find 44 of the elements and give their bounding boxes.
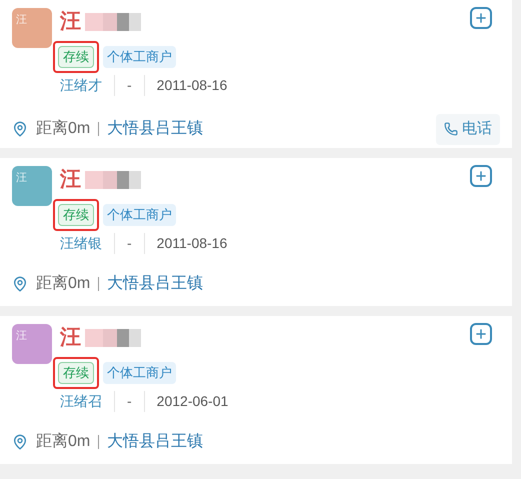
status-tag: 存续 — [58, 362, 94, 384]
company-name[interactable]: 汪 — [60, 324, 81, 352]
location-icon — [12, 276, 28, 292]
location-icon — [12, 121, 28, 138]
company-card[interactable]: 汪 汪 存续 个体工商户 汪绪银 - 2011-08-16 距离0m 大悟县吕王镇 — [0, 158, 512, 306]
plus-icon — [474, 169, 488, 183]
add-button[interactable] — [470, 7, 492, 29]
legal-person[interactable]: 汪绪召 — [60, 391, 102, 412]
plus-icon — [474, 11, 488, 25]
add-button[interactable] — [470, 323, 492, 345]
separator-text: - — [114, 75, 145, 96]
region-link[interactable]: 大悟县吕王镇 — [107, 272, 204, 296]
company-avatar: 汪 — [12, 166, 52, 206]
blurred-name-drawing — [85, 169, 141, 191]
founded-date: 2011-08-16 — [156, 76, 228, 95]
type-tag: 个体工商户 — [103, 46, 176, 68]
blurred-name-drawing — [85, 327, 141, 349]
region-link[interactable]: 大悟县吕王镇 — [107, 117, 204, 142]
distance-text: 距离0m — [36, 432, 90, 452]
plus-icon — [474, 327, 488, 341]
type-tag: 个体工商户 — [103, 362, 176, 384]
legal-person[interactable]: 汪绪才 — [60, 75, 102, 96]
legal-person[interactable]: 汪绪银 — [60, 233, 102, 254]
founded-date: 2011-08-16 — [156, 234, 228, 253]
add-button[interactable] — [470, 165, 492, 187]
company-card[interactable]: 汪 汪 存续 个体工商户 汪绪才 - 2011-08-16 距离0m 大悟县吕王镇 电话 — [0, 0, 512, 148]
company-name[interactable]: 汪 — [60, 8, 81, 36]
phone-icon — [444, 122, 458, 136]
location-icon — [12, 434, 28, 450]
founded-date: 2012-06-01 — [156, 392, 228, 411]
phone-button[interactable]: 电话 — [436, 114, 500, 144]
distance-text: 距离0m — [36, 118, 90, 140]
status-tag: 存续 — [58, 204, 94, 226]
company-card[interactable]: 汪 汪 存续 个体工商户 汪绪召 - 2012-06-01 距离0m 大悟县吕王镇 — [0, 316, 512, 464]
separator-text: - — [114, 233, 145, 254]
type-tag: 个体工商户 — [103, 204, 176, 226]
separator-text: - — [114, 391, 145, 412]
region-link[interactable]: 大悟县吕王镇 — [107, 430, 204, 454]
blurred-name-drawing — [85, 11, 141, 33]
company-name[interactable]: 汪 — [60, 166, 81, 194]
company-avatar: 汪 — [12, 324, 52, 364]
status-tag: 存续 — [58, 46, 94, 68]
company-avatar: 汪 — [12, 8, 52, 48]
distance-text: 距离0m — [36, 274, 90, 294]
